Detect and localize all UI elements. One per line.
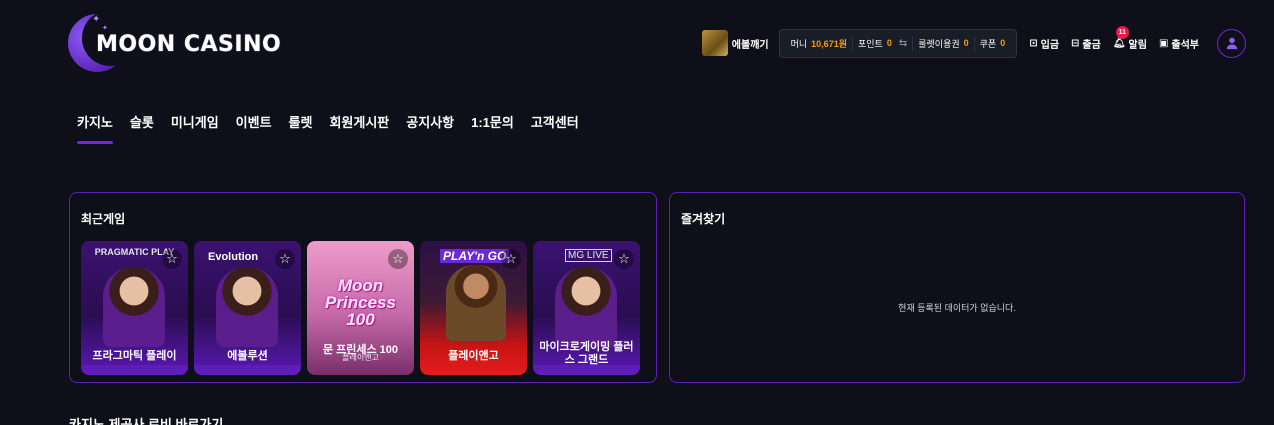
evolution-crack-button[interactable]: 에볼깨기 (701, 30, 769, 56)
roulette-ticket-value: 0 (963, 38, 969, 48)
game-name: 에볼루션 (227, 350, 268, 362)
money-label: 머니 (790, 38, 808, 49)
recent-games-panel: 최근게임 PRAGMATIC PLAY ☆ 프라그마틱 플레이 Evolutio… (69, 192, 657, 383)
provider-brand: MG LIVE (565, 249, 612, 262)
recent-games-list: PRAGMATIC PLAY ☆ 프라그마틱 플레이 Evolution ☆ 에… (81, 241, 640, 375)
nav-casino[interactable]: 카지노 (77, 112, 113, 144)
favorite-star-icon[interactable]: ☆ (501, 249, 521, 269)
attendance-label: 출석부 (1171, 39, 1199, 51)
deposit-icon: ⊡ (1029, 37, 1038, 49)
nav-notice[interactable]: 공지사항 (406, 112, 454, 144)
main-nav: 카지노 슬롯 미니게임 이벤트 룰렛 회원게시판 공지사항 1:1문의 고객센터 (77, 112, 596, 144)
money-value: 10,671원 (811, 38, 847, 49)
withdraw-link[interactable]: ⊟ 출금 (1071, 36, 1101, 51)
card-footer (194, 365, 301, 375)
dealer-image (103, 267, 165, 347)
dealer-image (555, 267, 617, 347)
nav-roulette[interactable]: 룰렛 (289, 112, 313, 144)
nav-support[interactable]: 고객센터 (531, 112, 579, 144)
nav-inquiry[interactable]: 1:1문의 (471, 112, 514, 144)
attendance-link[interactable]: ▣ 출석부 (1159, 36, 1199, 51)
withdraw-label: 출금 (1082, 39, 1101, 51)
favorites-title: 즐겨찾기 (681, 212, 726, 226)
point-label: 포인트 (857, 38, 883, 49)
game-card[interactable]: PLAY'n GO ☆ 플레이앤고 (420, 241, 527, 375)
deposit-label: 입금 (1040, 39, 1060, 51)
dealer-image (216, 267, 278, 347)
bell-icon: 🔔︎ (1112, 37, 1126, 49)
coupon-value: 0 (1000, 38, 1006, 48)
nav-slot[interactable]: 슬롯 (130, 112, 154, 144)
money-stat: 머니 10,671원 (786, 37, 852, 50)
site-logo[interactable]: ✦ ✦ MOON CASINO (68, 10, 298, 72)
section-heading: 카지노 제공사 로비 바로가기 (69, 417, 224, 425)
crack-label: 에볼깨기 (731, 39, 769, 51)
swap-icon[interactable]: ⇆ (899, 38, 907, 49)
game-card[interactable]: PRAGMATIC PLAY ☆ 프라그마틱 플레이 (81, 241, 188, 375)
character-image (446, 265, 506, 341)
provider-brand: Evolution (208, 251, 259, 263)
alarm-count-badge: 11 (1115, 25, 1129, 39)
favorite-star-icon[interactable]: ☆ (162, 249, 182, 269)
star-icon: ✦ (92, 14, 101, 25)
favorite-star-icon[interactable]: ☆ (275, 249, 295, 269)
withdraw-icon: ⊟ (1071, 37, 1080, 49)
game-card[interactable]: Moon Princess 100 ☆ 문 프린세스 100 플레이앤고 (307, 241, 414, 375)
game-card[interactable]: MG LIVE ☆ 마이크로게이밍 플러스 그랜드 (533, 241, 640, 375)
user-avatar-button[interactable] (1217, 28, 1246, 58)
header-toolbar: 에볼깨기 머니 10,671원 포인트 0 ⇆ 룰렛이용권 0 쿠폰 0 ⊡ 입… (701, 25, 1246, 58)
logo-text: MOON CASINO (96, 32, 282, 57)
nav-board[interactable]: 회원게시판 (329, 112, 389, 144)
roulette-ticket-stat: 룰렛이용권 0 (912, 36, 973, 50)
favorites-panel: 즐겨찾기 현재 등록된 데이터가 없습니다. (669, 192, 1245, 383)
empty-message: 현재 등록된 데이터가 없습니다. (898, 303, 1016, 313)
point-stat: 포인트 0 ⇆ (851, 36, 912, 50)
nav-event[interactable]: 이벤트 (236, 112, 272, 144)
crack-thumbnail (701, 30, 728, 56)
user-icon (1226, 37, 1237, 50)
recent-games-title: 최근게임 (81, 212, 126, 226)
card-footer (81, 365, 188, 375)
alarm-label: 알림 (1128, 39, 1147, 51)
game-card[interactable]: Evolution ☆ 에볼루션 (194, 241, 301, 375)
game-name: 플레이앤고 (448, 350, 499, 362)
favorite-star-icon[interactable]: ☆ (388, 249, 408, 269)
game-name: 프라그마틱 플레이 (92, 350, 177, 362)
balance-panel: 머니 10,671원 포인트 0 ⇆ 룰렛이용권 0 쿠폰 0 (778, 28, 1018, 58)
alarm-link[interactable]: 🔔︎ 11 알림 (1112, 25, 1147, 51)
favorite-star-icon[interactable]: ☆ (614, 249, 634, 269)
roulette-ticket-label: 룰렛이용권 (918, 38, 960, 49)
provider-brand: PLAY'n GO (440, 249, 510, 263)
star-icon: ✦ (102, 25, 108, 32)
coupon-stat: 쿠폰 0 (973, 36, 1011, 50)
game-name: 마이크로게이밍 플러스 그랜드 (539, 341, 634, 366)
game-provider: 플레이앤고 (342, 353, 379, 362)
nav-minigame[interactable]: 미니게임 (171, 112, 219, 144)
point-value: 0 (886, 38, 892, 48)
game-logo: Moon Princess 100 (325, 276, 396, 329)
deposit-link[interactable]: ⊡ 입금 (1029, 36, 1059, 51)
calendar-icon: ▣ (1158, 37, 1169, 49)
coupon-label: 쿠폰 (979, 38, 997, 49)
